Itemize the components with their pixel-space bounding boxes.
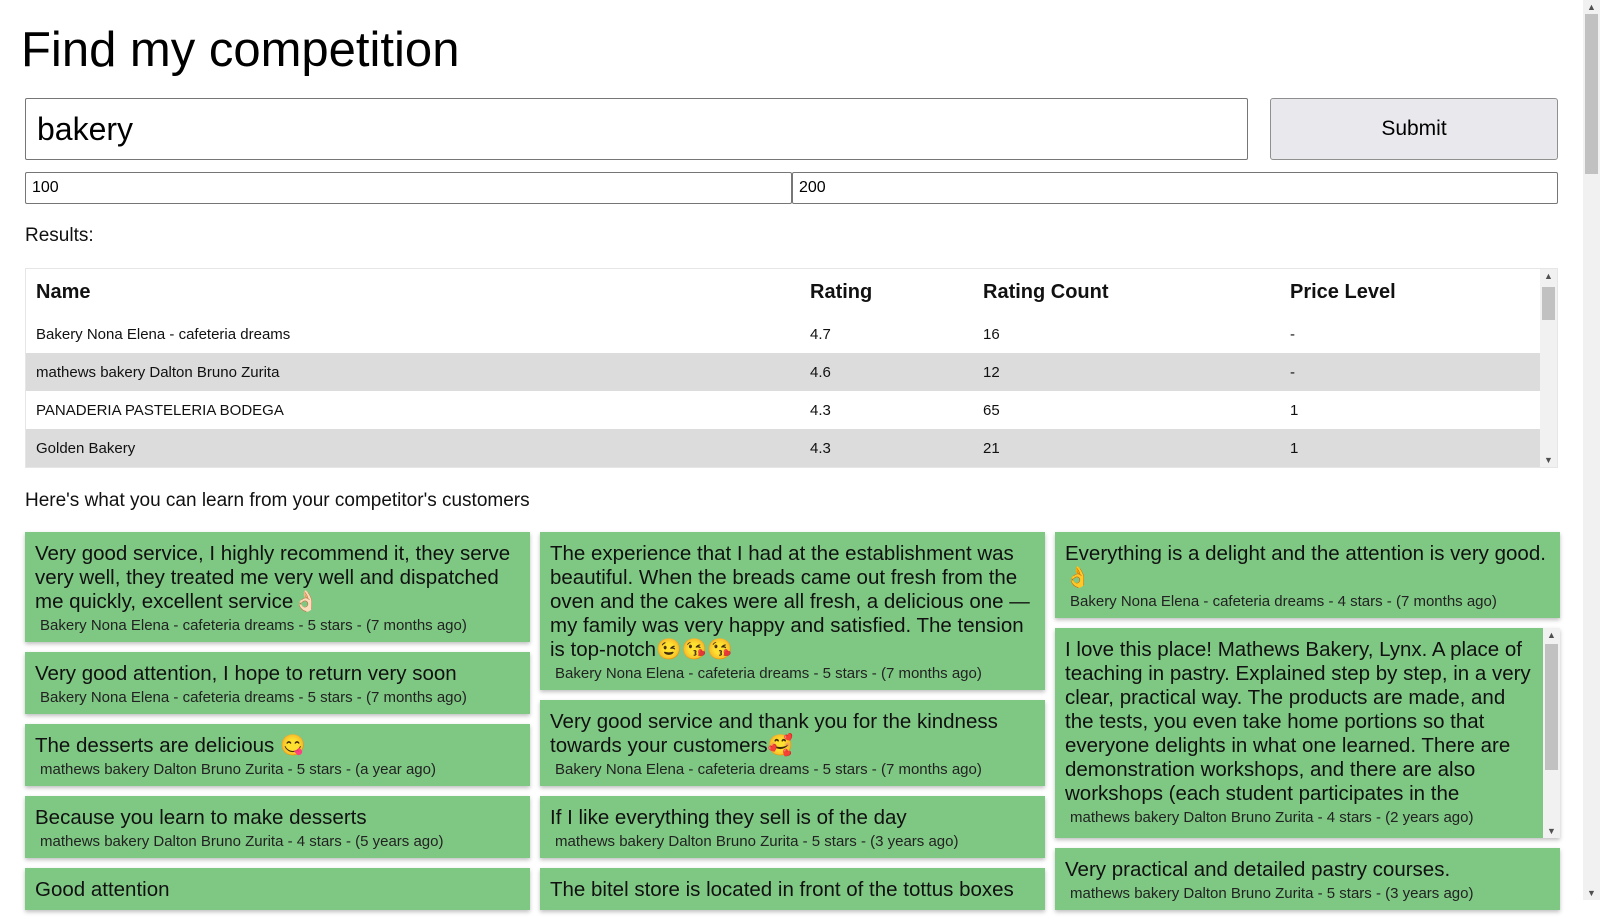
- cell-price-level: 1: [1290, 401, 1299, 419]
- cell-rating: 4.3: [810, 401, 831, 419]
- review-column-1: Very good service, I highly recommend it…: [25, 532, 530, 920]
- review-meta: Bakery Nona Elena - cafeteria dreams - 5…: [40, 689, 467, 706]
- review-card-scrollable[interactable]: I love this place! Mathews Bakery, Lynx.…: [1055, 628, 1560, 838]
- scroll-down-arrow-icon[interactable]: ▼: [1583, 886, 1600, 900]
- review-body: I love this place! Mathews Bakery, Lynx.…: [1065, 638, 1532, 838]
- scroll-up-arrow-icon[interactable]: ▲: [1543, 628, 1560, 642]
- column-header-price-level: Price Level: [1290, 280, 1396, 303]
- column-header-rating: Rating: [810, 280, 873, 303]
- review-card-scrollbar[interactable]: ▲ ▼: [1543, 628, 1560, 838]
- results-scrollbar[interactable]: ▲ ▼: [1540, 269, 1557, 467]
- cell-price-level: -: [1280, 353, 1542, 391]
- column-header-rating-count: Rating Count: [983, 280, 1109, 303]
- table-row: Golden Bakery 4.3 21 1: [26, 429, 1542, 467]
- review-card: The experience that I had at the establi…: [540, 532, 1045, 690]
- review-meta: mathews bakery Dalton Bruno Zurita - 4 s…: [40, 833, 444, 850]
- review-meta: Bakery Nona Elena - cafeteria dreams - 5…: [555, 761, 982, 778]
- radius-max-input[interactable]: [792, 172, 1558, 204]
- scroll-up-arrow-icon[interactable]: ▲: [1583, 0, 1600, 14]
- cell-name: PANADERIA PASTELERIA BODEGA: [36, 401, 284, 419]
- table-row: PANADERIA PASTELERIA BODEGA 4.3 65 1: [26, 391, 1542, 429]
- review-column-2: The experience that I had at the establi…: [540, 532, 1045, 920]
- review-text: Very practical and detailed pastry cours…: [1065, 858, 1451, 881]
- review-text: Because you learn to make desserts: [35, 806, 367, 829]
- review-card: Very good service and thank you for the …: [540, 700, 1045, 786]
- cell-rating-count: 16: [983, 325, 1000, 343]
- review-text: The experience that I had at the establi…: [550, 542, 1030, 661]
- review-meta: mathews bakery Dalton Bruno Zurita - 5 s…: [555, 833, 959, 850]
- review-card: The desserts are delicious 😋 mathews bak…: [25, 724, 530, 786]
- scrollbar-thumb[interactable]: [1542, 287, 1555, 320]
- column-header-name: Name: [36, 280, 91, 303]
- cell-price-level: -: [1290, 325, 1295, 343]
- page-title: Find my competition: [21, 23, 460, 77]
- cell-rating: 4.6: [800, 353, 973, 391]
- scroll-down-arrow-icon[interactable]: ▼: [1543, 824, 1560, 838]
- review-meta: Bakery Nona Elena - cafeteria dreams - 5…: [40, 617, 467, 634]
- cell-rating: 4.3: [800, 429, 973, 467]
- review-card: Everything is a delight and the attentio…: [1055, 532, 1560, 618]
- table-row: Bakery Nona Elena - cafeteria dreams 4.7…: [26, 315, 1542, 353]
- review-card: Good attention: [25, 868, 530, 910]
- review-text: I love this place! Mathews Bakery, Lynx.…: [1065, 638, 1531, 805]
- cell-rating-count: 21: [973, 429, 1280, 467]
- review-card: Very good service, I highly recommend it…: [25, 532, 530, 642]
- scroll-down-arrow-icon[interactable]: ▼: [1540, 453, 1557, 467]
- scroll-up-arrow-icon[interactable]: ▲: [1540, 269, 1557, 283]
- review-card: Very practical and detailed pastry cours…: [1055, 848, 1560, 910]
- cell-rating-count: 12: [973, 353, 1280, 391]
- insights-heading: Here's what you can learn from your comp…: [25, 490, 530, 511]
- review-meta: mathews bakery Dalton Bruno Zurita - 4 s…: [1070, 809, 1474, 826]
- submit-button[interactable]: Submit: [1270, 98, 1558, 160]
- results-table-container: Name Rating Rating Count Price Level Bak…: [25, 268, 1558, 468]
- review-text: The bitel store is located in front of t…: [550, 878, 1014, 901]
- cell-name: mathews bakery Dalton Bruno Zurita: [26, 353, 800, 391]
- cell-rating-count: 65: [983, 401, 1000, 419]
- review-meta: mathews bakery Dalton Bruno Zurita - 5 s…: [40, 761, 436, 778]
- review-column-3: Everything is a delight and the attentio…: [1055, 532, 1560, 920]
- review-card: If I like everything they sell is of the…: [540, 796, 1045, 858]
- cell-price-level: 1: [1280, 429, 1542, 467]
- review-card: The bitel store is located in front of t…: [540, 868, 1045, 910]
- cell-name: Golden Bakery: [26, 429, 800, 467]
- page-scrollbar[interactable]: ▲ ▼: [1583, 0, 1600, 900]
- review-meta: Bakery Nona Elena - cafeteria dreams - 4…: [1070, 593, 1497, 610]
- results-table: Name Rating Rating Count Price Level Bak…: [26, 269, 1542, 467]
- review-card: Very good attention, I hope to return ve…: [25, 652, 530, 714]
- review-card: Because you learn to make desserts mathe…: [25, 796, 530, 858]
- table-header-row: Name Rating Rating Count Price Level: [26, 269, 1542, 315]
- scrollbar-thumb[interactable]: [1545, 644, 1558, 770]
- cell-name: Bakery Nona Elena - cafeteria dreams: [36, 325, 291, 343]
- review-text: Everything is a delight and the attentio…: [1065, 542, 1546, 589]
- table-row: mathews bakery Dalton Bruno Zurita 4.6 1…: [26, 353, 1542, 391]
- review-text: The desserts are delicious 😋: [35, 734, 306, 757]
- results-label: Results:: [25, 225, 94, 246]
- scrollbar-thumb[interactable]: [1585, 14, 1598, 174]
- search-input[interactable]: [25, 98, 1248, 160]
- review-text: Very good service and thank you for the …: [550, 710, 998, 757]
- radius-min-input[interactable]: [25, 172, 792, 204]
- review-text: Very good service, I highly recommend it…: [35, 542, 511, 613]
- review-meta: mathews bakery Dalton Bruno Zurita - 5 s…: [1070, 885, 1474, 902]
- review-text: Good attention: [35, 878, 170, 901]
- review-meta: Bakery Nona Elena - cafeteria dreams - 5…: [555, 665, 982, 682]
- review-text: If I like everything they sell is of the…: [550, 806, 907, 829]
- cell-rating: 4.7: [810, 325, 831, 343]
- review-text: Very good attention, I hope to return ve…: [35, 662, 457, 685]
